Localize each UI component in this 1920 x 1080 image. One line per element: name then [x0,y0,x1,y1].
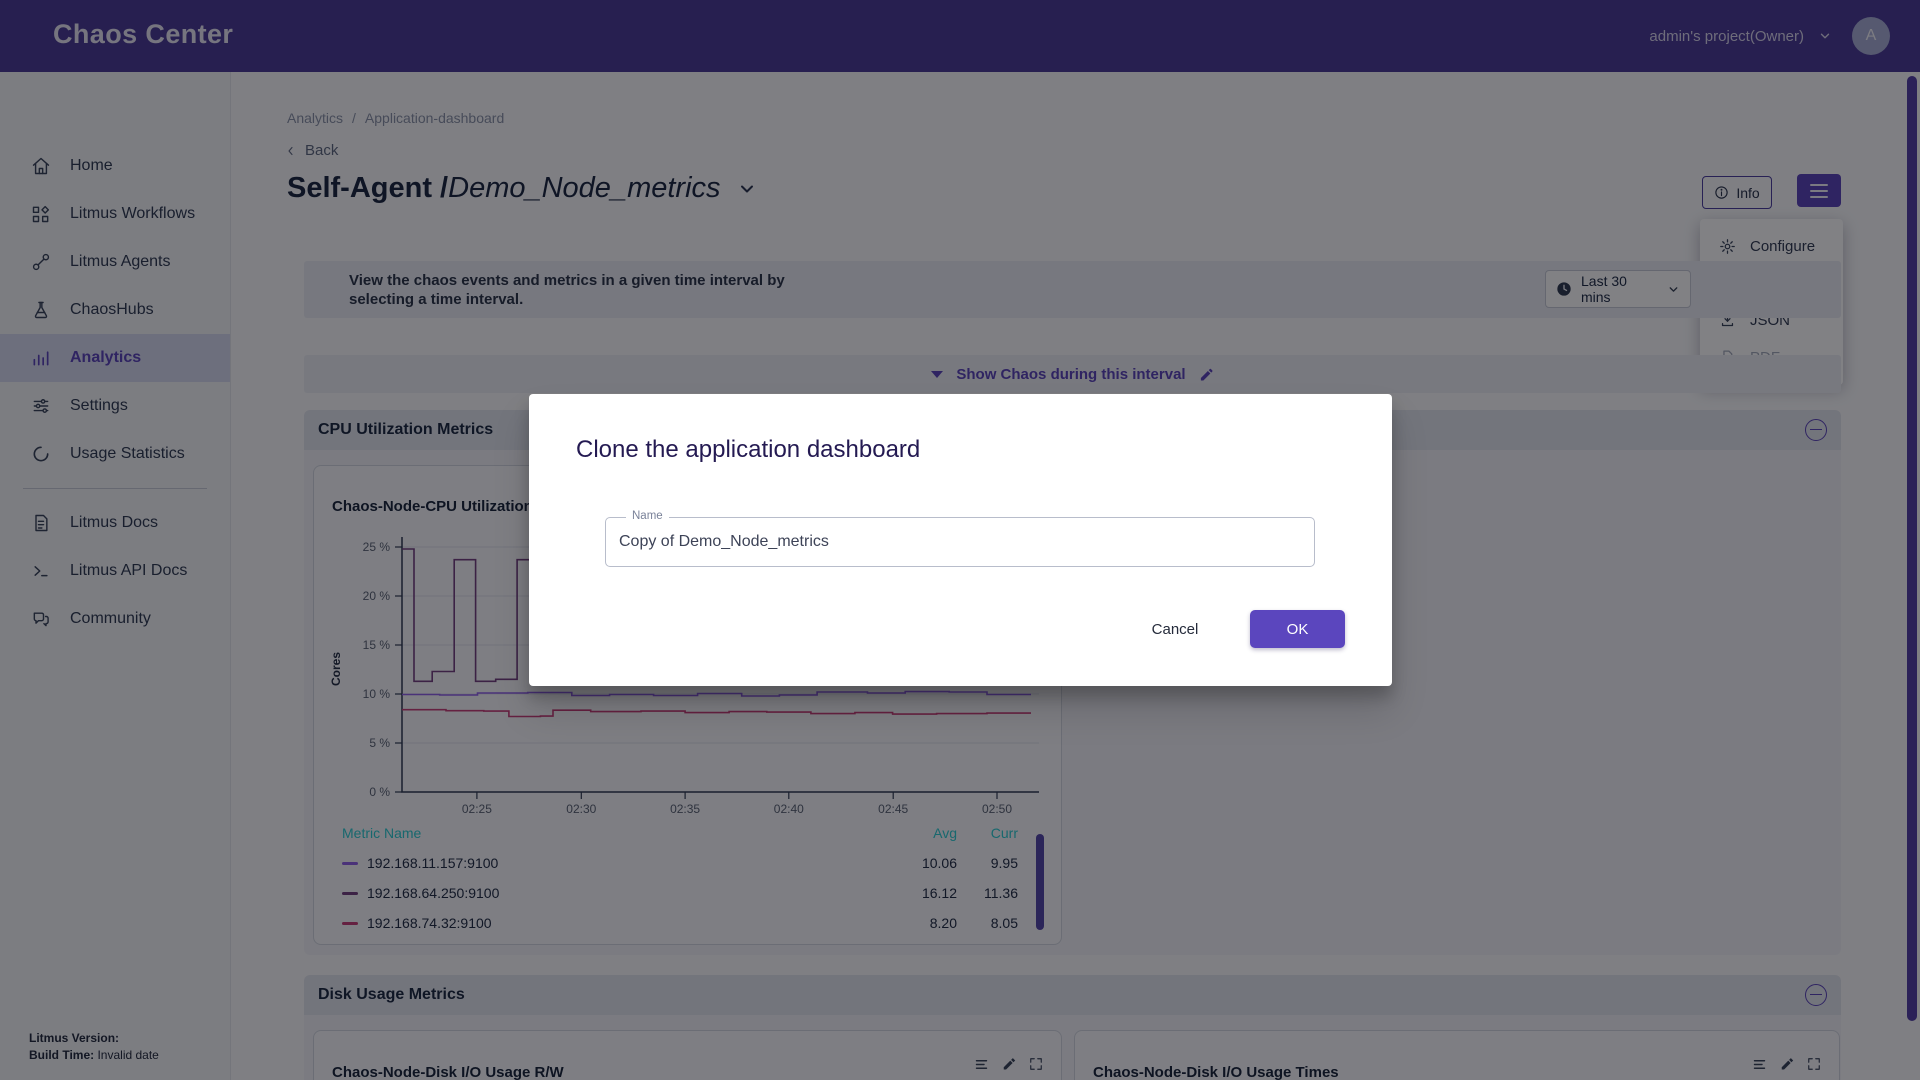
modal-title: Clone the application dashboard [576,436,920,464]
name-field[interactable]: Name Copy of Demo_Node_metrics [605,517,1315,567]
page-scrollbar[interactable] [1907,76,1917,1021]
name-field-label: Name [626,510,669,522]
chaos-center-app: Chaos Center admin's project(Owner) A Ho… [0,0,1920,1080]
name-field-value: Copy of Demo_Node_metrics [619,533,829,551]
ok-button[interactable]: OK [1250,610,1345,648]
cancel-button[interactable]: Cancel [1125,611,1225,648]
clone-dashboard-modal: Clone the application dashboard Name Cop… [529,394,1392,686]
